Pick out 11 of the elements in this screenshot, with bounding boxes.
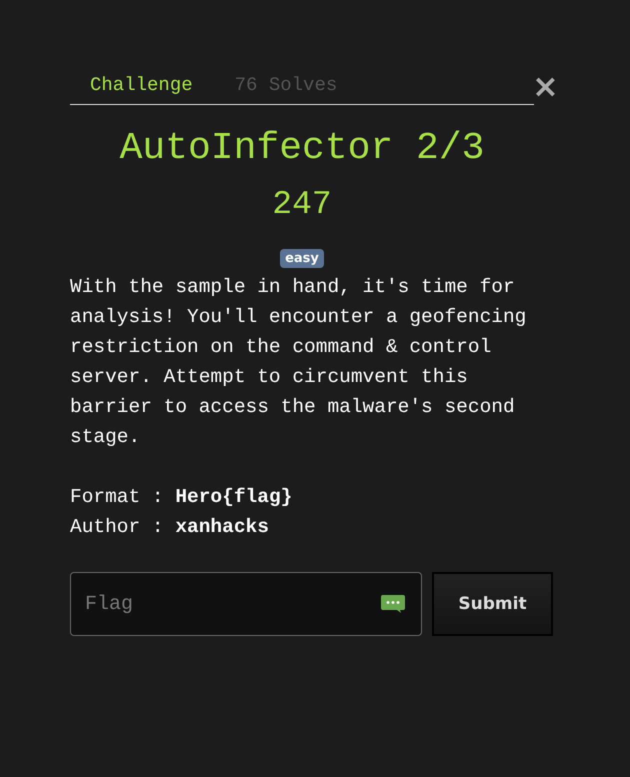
meta-text: Author : xanhacks bbox=[70, 515, 270, 540]
description-text: With the sample in hand, it's time for analysis! You'll encounter a geofencing restriction on the command & control server. Attempt to circumvent this barrier to access the malware's second stage. bbox=[70, 275, 528, 450]
flag-field[interactable]: Flag bbox=[70, 572, 422, 636]
points-value: 247 bbox=[271, 186, 333, 223]
password-manager-icon bbox=[380, 594, 406, 614]
challenge-title: AutoInfector 2/3 bbox=[118, 127, 486, 170]
meta-text: Format : Hero{flag} bbox=[70, 485, 294, 510]
close-button[interactable]: × bbox=[532, 70, 559, 102]
difficulty-tag: easy bbox=[280, 249, 324, 268]
submit-button[interactable]: Submit bbox=[432, 572, 553, 636]
tab[interactable]: Challenge bbox=[90, 74, 193, 96]
